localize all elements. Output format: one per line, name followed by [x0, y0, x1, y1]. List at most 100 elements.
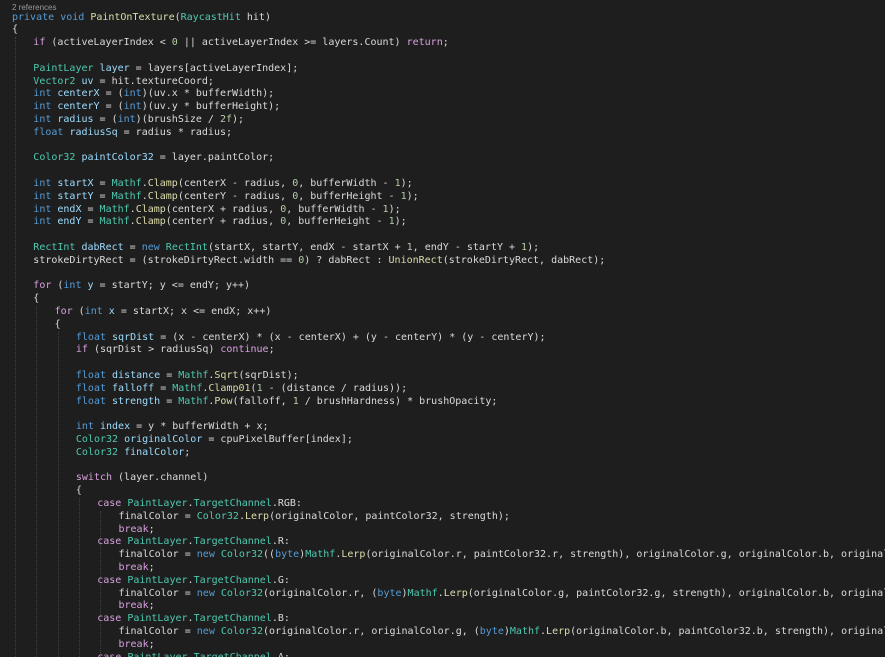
code-token: break [118, 523, 149, 535]
code-line[interactable]: finalColor = new Color32(originalColor.r… [119, 588, 885, 601]
code-token: - (distance / radius)); [262, 382, 408, 394]
code-token: = cpuPixelBuffer[index]; [202, 433, 353, 445]
code-line[interactable]: break; [119, 562, 155, 575]
code-token: (centerX - radius, [177, 177, 293, 189]
code-line[interactable]: switch (layer.channel) [76, 472, 208, 485]
code-line[interactable]: int endY = Mathf.Clamp(centerY + radius,… [33, 216, 406, 229]
code-token: Mathf [178, 395, 209, 407]
code-line[interactable]: finalColor = new Color32(originalColor.r… [119, 626, 885, 639]
code-token: float [75, 395, 106, 407]
code-line[interactable]: int index = y * bufferWidth + x; [76, 421, 269, 434]
code-line[interactable]: float falloff = Mathf.Clamp01(1 - (dista… [76, 383, 407, 396]
code-token: ); [400, 177, 413, 189]
code-line[interactable]: Color32 finalColor; [76, 447, 190, 460]
code-token: ( [51, 280, 64, 292]
code-line[interactable]: case PaintLayer.TargetChannel.B: [97, 613, 290, 626]
code-line[interactable]: float sqrDist = (x - centerX) * (x - cen… [76, 332, 546, 345]
code-line[interactable]: for (int x = startX; x <= endX; x++) [55, 306, 272, 319]
code-line[interactable]: int radius = (int)(brushSize / 2f); [33, 114, 244, 127]
code-token: finalColor = [118, 549, 197, 561]
code-token: Mathf [111, 190, 142, 202]
code-token: Mathf [99, 216, 130, 228]
code-line[interactable]: int centerY = (int)(uv.y * bufferHeight)… [33, 101, 280, 114]
code-token: PaintOnTexture [90, 11, 175, 23]
code-token: (strokeDirtyRect, dabRect); [442, 254, 606, 266]
code-token: = startY; y <= endY; y++) [93, 280, 251, 292]
code-line[interactable]: break; [119, 639, 155, 652]
code-token: = hit.textureCoord; [93, 75, 214, 87]
code-line[interactable]: float strength = Mathf.Pow(falloff, 1 / … [76, 396, 498, 409]
code-token: Mathf [99, 203, 130, 215]
code-token: centerX [57, 88, 100, 100]
code-line[interactable]: strokeDirtyRect = (strokeDirtyRect.width… [33, 255, 605, 268]
code-line[interactable]: Color32 originalColor = cpuPixelBuffer[i… [76, 434, 353, 447]
code-token: int [33, 113, 52, 125]
code-token: 2f [219, 113, 233, 125]
code-token: falloff [112, 382, 155, 394]
code-token: (layer.channel) [112, 472, 209, 484]
code-line[interactable]: int startY = Mathf.Clamp(centerY - radiu… [33, 191, 418, 204]
code-token: (originalColor.r, paintColor32.r, streng… [365, 549, 885, 561]
code-token: void [60, 11, 85, 23]
code-token: originalColor [124, 433, 203, 445]
code-line[interactable]: for (int y = startY; y <= endY; y++) [33, 280, 250, 293]
code-token: sqrDist [112, 331, 155, 343]
code-token: Clamp [147, 190, 178, 202]
code-line[interactable]: float distance = Mathf.Sqrt(sqrDist); [76, 370, 299, 383]
code-line[interactable]: float radiusSq = radius * radius; [33, 127, 232, 140]
code-line[interactable]: if (activeLayerIndex < 0 || activeLayerI… [33, 37, 448, 50]
code-token: private [12, 11, 55, 23]
code-line[interactable]: finalColor = Color32.Lerp(originalColor,… [119, 511, 510, 524]
code-line[interactable]: { [76, 485, 82, 498]
code-token: int [33, 190, 52, 202]
code-line[interactable]: Color32 paintColor32 = layer.paintColor; [33, 152, 274, 165]
code-token: Mathf [509, 625, 541, 637]
code-line[interactable]: break; [119, 600, 155, 613]
code-token: finalColor [124, 446, 185, 458]
code-line[interactable]: case PaintLayer.TargetChannel.RGB: [97, 498, 302, 511]
code-token: endY [57, 216, 82, 228]
code-line[interactable]: case PaintLayer.TargetChannel.G: [97, 575, 290, 588]
code-line[interactable]: finalColor = new Color32((byte)Mathf.Ler… [119, 549, 885, 562]
code-token: int [84, 305, 103, 317]
code-line[interactable]: int endX = Mathf.Clamp(centerX + radius,… [33, 204, 400, 217]
code-token: ; [148, 638, 155, 650]
code-token: break [118, 600, 149, 612]
code-token: (centerY + radius, [165, 216, 281, 228]
code-line[interactable]: { [33, 293, 39, 306]
code-token: PaintLayer [127, 574, 188, 586]
code-line[interactable]: break; [119, 524, 155, 537]
code-line[interactable]: case PaintLayer.TargetChannel.R: [97, 536, 290, 549]
code-line[interactable]: case PaintLayer.TargetChannel.A: [97, 652, 290, 657]
code-token: hit) [240, 11, 271, 23]
code-token: ); [527, 241, 540, 253]
code-line[interactable]: RectInt dabRect = new RectInt(startX, st… [33, 242, 539, 255]
code-line[interactable]: if (sqrDist > radiusSq) continue; [76, 344, 275, 357]
code-token: int [63, 280, 82, 292]
code-token: .B: [271, 613, 290, 625]
code-token: case [97, 497, 122, 509]
code-token: RectInt [165, 241, 208, 253]
code-line[interactable]: { [12, 24, 18, 37]
code-token: Color32 [220, 549, 264, 561]
code-token: / brushHardness) * brushOpacity; [298, 395, 498, 407]
code-token: int [117, 113, 136, 125]
code-line[interactable]: PaintLayer layer = layers[activeLayerInd… [33, 63, 298, 76]
code-line[interactable]: int centerX = (int)(uv.x * bufferWidth); [33, 88, 274, 101]
code-token: for [54, 305, 73, 317]
code-line[interactable]: { [55, 319, 61, 332]
code-line[interactable]: private void PaintOnTexture(RaycastHit h… [12, 12, 271, 25]
code-token: case [97, 651, 122, 657]
code-token: radiusSq [69, 126, 118, 138]
code-token: TargetChannel [193, 536, 272, 548]
code-token: )(brushSize / [135, 113, 220, 125]
code-token: Color32 [196, 510, 239, 522]
code-token: { [33, 293, 40, 305]
code-editor[interactable]: 2 references private void PaintOnTexture… [0, 0, 885, 657]
code-token: PaintLayer [127, 536, 188, 548]
code-token: Color32 [75, 446, 119, 458]
code-line[interactable]: Vector2 uv = hit.textureCoord; [33, 76, 214, 89]
code-line[interactable]: int startX = Mathf.Clamp(centerX - radiu… [33, 178, 412, 191]
code-token: { [54, 318, 61, 330]
code-token: = [93, 177, 112, 189]
